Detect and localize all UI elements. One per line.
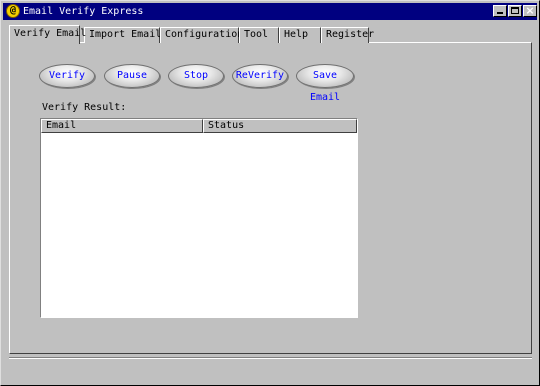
tab-verify-email[interactable]: Verify Email: [9, 25, 86, 44]
title-bar[interactable]: @ Email Verify Express ×: [3, 3, 537, 20]
verify-button[interactable]: Verify: [39, 64, 95, 88]
reverify-button[interactable]: ReVerify: [232, 64, 288, 88]
stop-button[interactable]: Stop: [168, 64, 224, 88]
tab-register[interactable]: Register: [321, 27, 374, 43]
close-button[interactable]: ×: [523, 5, 537, 17]
minimize-button[interactable]: [493, 5, 507, 17]
verify-result-label: Verify Result:: [42, 102, 127, 113]
pause-button[interactable]: Pause: [104, 64, 160, 88]
app-window: @ Email Verify Express × Verify Email Im…: [0, 0, 540, 386]
email-at-icon: @: [6, 4, 20, 18]
save-email-button[interactable]: Save Email: [296, 64, 354, 103]
column-header-status[interactable]: Status: [203, 119, 357, 133]
column-header-email[interactable]: Email: [41, 119, 203, 133]
status-bar-divider: [9, 357, 532, 359]
tab-help[interactable]: Help: [279, 27, 321, 43]
close-icon: ×: [525, 4, 535, 17]
minimize-icon: [497, 12, 503, 14]
tab-import-email[interactable]: Import Email: [84, 27, 161, 43]
maximize-icon: [511, 7, 519, 14]
maximize-button[interactable]: [508, 5, 522, 17]
verify-result-list[interactable]: Email Status: [40, 118, 358, 318]
list-header: Email Status: [41, 119, 357, 133]
window-title: Email Verify Express: [23, 6, 144, 17]
tab-configuration[interactable]: Configuration: [160, 27, 243, 43]
tab-tool[interactable]: Tool: [239, 27, 279, 43]
list-body[interactable]: [41, 133, 357, 317]
